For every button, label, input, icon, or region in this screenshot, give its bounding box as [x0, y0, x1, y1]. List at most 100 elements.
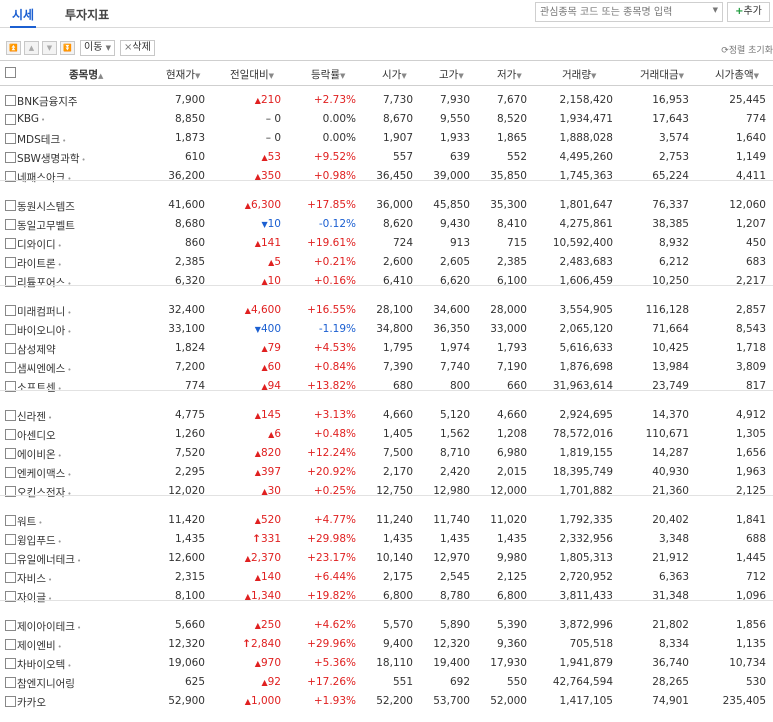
row-checkbox[interactable] [5, 676, 16, 688]
stock-name[interactable]: 오킨스전자• [17, 485, 71, 500]
table-row[interactable]: 바이오니아 • 33,100 ▼400 -1.19% 34,800 36,350 33,000… [0, 320, 773, 339]
row-checkbox[interactable] [5, 410, 16, 421]
stock-name[interactable]: 샘씨엔에스 • [17, 361, 71, 376]
table-row[interactable]: 삼성제약 1,824 ▲79 +4.53% 1,795 1,974 1,793 5,616,6… [0, 339, 773, 358]
stock-name[interactable]: 동원시스템즈 [17, 199, 75, 214]
search-input[interactable] [540, 4, 700, 20]
table-row[interactable]: 샘씨엔에스 • 7,200 ▲60 +0.84% 7,390 7,740 7,190 1,876… [0, 358, 773, 377]
column-header-high[interactable]: 고가▼ [439, 67, 464, 82]
row-checkbox[interactable] [5, 657, 16, 669]
column-header-low[interactable]: 저가▼ [497, 67, 522, 82]
table-row[interactable]: 신라젠 • 4,775 ▲145 +3.13% 4,660 5,120 4,660 2,924,… [0, 406, 773, 425]
table-row[interactable]: 카카오 52,900 ▲1,000 +1.93% 52,200 53,700 52,000 1… [0, 692, 773, 711]
stock-name[interactable]: 아센디오 [17, 428, 56, 443]
table-row[interactable]: 자이글•8,100▲1,340+19.82%6,8008,7806,8003,8… [0, 587, 773, 606]
stock-name[interactable]: 참엔지니어링 [17, 676, 75, 691]
table-row[interactable]: 엔케이맥스 • 2,295 ▲397 +20.92% 2,170 2,420 2,015 18,… [0, 463, 773, 482]
table-row[interactable]: 아센디오 1,260 ▲6 +0.48% 1,405 1,562 1,208 78,572,0… [0, 425, 773, 444]
column-header-change[interactable]: 전일대비▼ [230, 67, 274, 82]
stock-name[interactable]: 소프트센• [17, 380, 62, 395]
row-checkbox[interactable] [5, 620, 16, 631]
table-row[interactable]: 리튬포어스•6,320▲10+0.16%6,4106,6206,1001,606… [0, 272, 773, 291]
caret-down-icon[interactable]: ▼ [713, 6, 718, 14]
table-row[interactable]: 유일에너테크 • 12,600 ▲2,370 +23.17% 10,140 12,970 9,… [0, 549, 773, 568]
row-checkbox[interactable] [5, 113, 16, 125]
column-header-volume[interactable]: 거래량▼ [562, 67, 596, 82]
reset-sort-button[interactable]: ⟳정렬 초기화 [721, 43, 773, 56]
table-row[interactable]: MDS테크 • 1,873 – 0 0.00% 1,907 1,933 1,865 1,888,… [0, 129, 773, 148]
move-up-icon[interactable]: ▲ [24, 41, 39, 55]
table-row[interactable]: 소프트센•774▲94+13.82%68080066031,963,61423,… [0, 377, 773, 396]
stock-name[interactable]: 차바이오텍 • [17, 657, 71, 672]
add-button[interactable]: +추가 [727, 2, 770, 22]
row-checkbox[interactable] [5, 447, 16, 459]
tab-price[interactable]: 시세 [9, 6, 37, 28]
move-bottom-icon[interactable]: ⏬ [60, 41, 75, 55]
stock-name[interactable]: 자비스 • [17, 571, 52, 586]
stock-name[interactable]: 삼성제약 [17, 342, 56, 357]
row-checkbox[interactable] [5, 695, 16, 707]
row-checkbox[interactable] [5, 638, 16, 650]
row-checkbox[interactable] [5, 428, 16, 440]
stock-search-box[interactable]: ▼ [535, 2, 723, 22]
table-row[interactable]: 오킨스전자•12,020▲30+0.25%12,75012,98012,0001… [0, 482, 773, 501]
stock-name[interactable]: KBG • [17, 113, 45, 125]
select-all-checkbox[interactable] [5, 67, 16, 78]
table-row[interactable]: 차바이오텍 • 19,060 ▲970 +5.36% 18,110 19,400 17,930… [0, 654, 773, 673]
table-row[interactable]: 윙입푸드 • 1,435 ↑331 +29.98% 1,435 1,435 1,435 2,33… [0, 530, 773, 549]
row-checkbox[interactable] [5, 515, 16, 526]
stock-name[interactable]: 제이엔비 • [17, 638, 62, 653]
column-header-market-cap[interactable]: 시가총액▼ [715, 67, 759, 82]
table-row[interactable]: 미래컴퍼니 • 32,400 ▲4,600 +16.55% 28,100 34,600 28,… [0, 301, 773, 320]
row-checkbox[interactable] [5, 323, 16, 335]
move-down-icon[interactable]: ▼ [42, 41, 57, 55]
stock-name[interactable]: SBW생명과학 • [17, 151, 86, 166]
table-row[interactable]: 디와이디 • 860 ▲141 +19.61% 724 913 715 10,592,400 8,… [0, 234, 773, 253]
row-checkbox[interactable] [5, 132, 16, 144]
row-checkbox[interactable] [5, 95, 16, 106]
stock-name[interactable]: 동일고무벨트 [17, 218, 75, 233]
table-row[interactable]: 동원시스템즈 41,600 ▲6,300 +17.85% 36,000 45,850 35,… [0, 196, 773, 215]
stock-name[interactable]: 에이비온 • [17, 447, 62, 462]
stock-name[interactable]: BNK금융지주 [17, 94, 78, 109]
row-checkbox[interactable] [5, 305, 16, 316]
row-checkbox[interactable] [5, 361, 16, 373]
table-row[interactable]: 라이트론 • 2,385 ▲5 +0.21% 2,600 2,605 2,385 2,483,6… [0, 253, 773, 272]
table-row[interactable]: 제이엔비 • 12,320 ↑2,840 +29.96% 9,400 12,320 9,360… [0, 635, 773, 654]
table-row[interactable]: 네패스아크•36,200▲350+0.98%36,45039,00035,850… [0, 167, 773, 186]
row-checkbox[interactable] [5, 256, 16, 268]
stock-name[interactable]: 리튬포어스• [17, 275, 71, 290]
stock-name[interactable]: 디와이디 • [17, 237, 62, 252]
table-row[interactable]: 제이아이테크 • 5,660 ▲250 +4.62% 5,570 5,890 5,390 3,8… [0, 616, 773, 635]
column-header-open[interactable]: 시가▼ [382, 67, 407, 82]
stock-name[interactable]: 네패스아크• [17, 170, 71, 185]
table-row[interactable]: 에이비온 • 7,520 ▲820 +12.24% 7,500 8,710 6,980 1,81… [0, 444, 773, 463]
stock-name[interactable]: 유일에너테크 • [17, 552, 81, 567]
move-top-icon[interactable]: ⏫ [6, 41, 21, 55]
table-row[interactable]: 참엔지니어링 625 ▲92 +17.26% 551 692 550 42,764,594 28… [0, 673, 773, 692]
table-row[interactable]: SBW생명과학 • 610 ▲53 +9.52% 557 639 552 4,495,260 2,… [0, 148, 773, 167]
table-row[interactable]: 워트 • 11,420 ▲520 +4.77% 11,240 11,740 11,020 1,7… [0, 511, 773, 530]
stock-name[interactable]: 라이트론 • [17, 256, 62, 271]
column-header-rate[interactable]: 등락률▼ [311, 67, 345, 82]
row-checkbox[interactable] [5, 571, 16, 583]
row-checkbox[interactable] [5, 151, 16, 163]
column-header-name[interactable]: 종목명▲ [69, 67, 103, 82]
stock-name[interactable]: 워트 • [17, 514, 42, 529]
stock-name[interactable]: 바이오니아 • [17, 323, 71, 338]
row-checkbox[interactable] [5, 218, 16, 230]
table-row[interactable]: BNK금융지주 7,900 ▲210 +2.73% 7,730 7,930 7,670 2,1… [0, 91, 773, 110]
table-row[interactable]: 자비스 • 2,315 ▲140 +6.44% 2,175 2,545 2,125 2,720,… [0, 568, 773, 587]
stock-name[interactable]: 자이글• [17, 590, 52, 605]
table-row[interactable]: KBG • 8,850 – 0 0.00% 8,670 9,550 8,520 1,934,47… [0, 110, 773, 129]
stock-name[interactable]: 윙입푸드 • [17, 533, 62, 548]
delete-button[interactable]: ×삭제 [120, 40, 155, 56]
stock-name[interactable]: 신라젠 • [17, 409, 52, 424]
row-checkbox[interactable] [5, 342, 16, 354]
stock-name[interactable]: MDS테크 • [17, 132, 66, 147]
row-checkbox[interactable] [5, 200, 16, 211]
row-checkbox[interactable] [5, 466, 16, 478]
row-checkbox[interactable] [5, 237, 16, 249]
table-row[interactable]: 동일고무벨트 8,680 ▼10 -0.12% 8,620 9,430 8,410 4,275… [0, 215, 773, 234]
row-checkbox[interactable] [5, 533, 16, 545]
